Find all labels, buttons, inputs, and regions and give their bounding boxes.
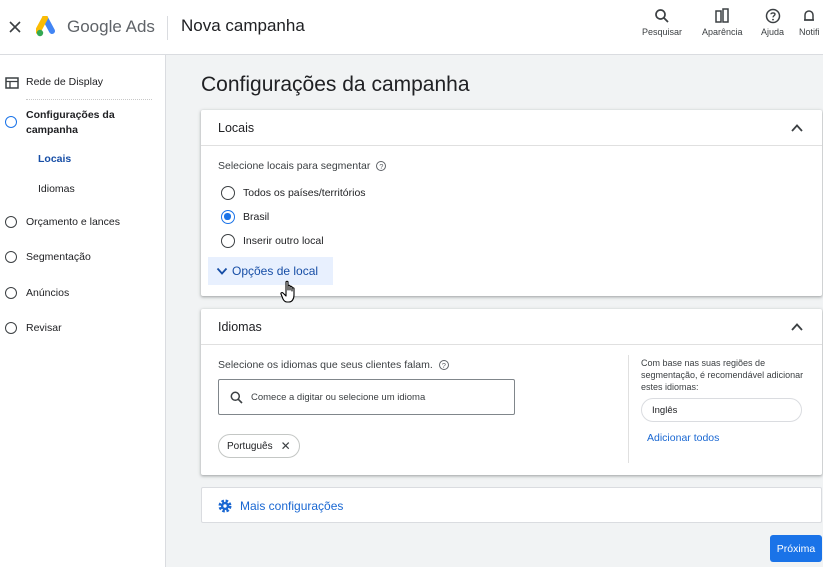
more-settings-label: Mais configurações	[240, 499, 344, 513]
locations-card-title: Locais	[218, 121, 255, 135]
sidebar-item-review[interactable]: Revisar	[0, 321, 165, 337]
location-options-toggle[interactable]: Opções de local	[208, 257, 333, 285]
step-status-icon	[5, 251, 19, 265]
locations-instruction-text: Selecione locais para segmentar	[218, 160, 371, 172]
help-icon[interactable]: ?	[376, 161, 387, 172]
appearance-action-label: Aparência	[702, 27, 743, 37]
search-action-label: Pesquisar	[642, 27, 683, 37]
location-option-all[interactable]: Todos os países/territórios	[221, 186, 366, 200]
languages-instruction-text: Selecione os idiomas que seus clientes f…	[218, 359, 433, 371]
sidebar-item-budget[interactable]: Orçamento e lances	[0, 215, 165, 231]
recommended-language-chip[interactable]: Inglês	[641, 398, 802, 422]
help-action[interactable]: Ajuda	[761, 8, 784, 37]
close-icon	[9, 21, 21, 33]
languages-card-title: Idiomas	[218, 320, 262, 334]
brand-name: Google Ads	[67, 17, 155, 36]
sidebar-subitem-locais[interactable]: Locais	[38, 153, 71, 165]
search-icon	[230, 391, 243, 404]
sidebar-item-label: Segmentação	[26, 251, 91, 263]
recommended-language-label: Inglês	[652, 405, 678, 416]
sidebar-item-label: Orçamento e lances	[26, 216, 120, 228]
help-icon[interactable]: ?	[438, 360, 449, 371]
location-option-label: Todos os países/territórios	[243, 187, 366, 199]
campaign-title: Nova campanha	[181, 16, 305, 35]
more-settings-panel[interactable]: Mais configurações	[201, 487, 822, 523]
sidebar-item-label: Configurações da campanha	[26, 109, 115, 136]
notifications-icon	[804, 10, 815, 21]
sidebar-subitem-idiomas[interactable]: Idiomas	[38, 183, 75, 195]
sidebar-item-ads[interactable]: Anúncios	[0, 286, 165, 302]
languages-instruction: Selecione os idiomas que seus clientes f…	[218, 359, 449, 371]
step-status-icon	[5, 216, 19, 230]
step-status-icon	[5, 116, 19, 130]
language-chip-portugues[interactable]: Português ✕	[218, 434, 300, 458]
notifications-action[interactable]: Notifi	[799, 8, 820, 37]
language-search-placeholder: Comece a digitar ou selecione um idioma	[251, 392, 426, 403]
step-status-icon	[5, 322, 19, 336]
sidebar-item-label: Rede de Display	[26, 76, 104, 88]
top-app-bar: Google Ads Nova campanha Pesquisar Aparê…	[0, 0, 823, 55]
hand-cursor-icon	[280, 280, 295, 303]
search-icon	[655, 9, 669, 23]
remove-chip-icon[interactable]: ✕	[281, 439, 291, 453]
sidebar-item-campaign-settings[interactable]: Configurações da campanha	[0, 108, 165, 140]
recommendation-text: Com base nas suas regiões de segmentação…	[641, 358, 804, 392]
page-title: Configurações da campanha	[201, 73, 470, 96]
sidebar-item-display-network[interactable]: Rede de Display	[0, 75, 165, 91]
chevron-up-icon[interactable]	[790, 121, 804, 135]
brand-divider	[167, 16, 168, 40]
location-option-label: Inserir outro local	[243, 235, 324, 247]
language-search-input[interactable]: Comece a digitar ou selecione um idioma	[218, 379, 515, 415]
language-chip-label: Português	[227, 440, 273, 452]
location-option-label: Brasil	[243, 211, 270, 223]
appearance-icon	[715, 8, 730, 23]
radio-button-checked[interactable]	[221, 210, 235, 224]
location-option-other[interactable]: Inserir outro local	[221, 234, 324, 248]
radio-button[interactable]	[221, 234, 235, 248]
campaign-steps-sidebar: Rede de Display Configurações da campanh…	[0, 55, 166, 567]
locations-card: Locais Selecione locais para segmentar? …	[201, 110, 822, 296]
help-action-label: Ajuda	[761, 27, 785, 37]
languages-card: Idiomas Selecione os idiomas que seus cl…	[201, 309, 822, 475]
location-options-label: Opções de local	[232, 264, 319, 278]
sidebar-item-label: Anúncios	[26, 287, 70, 299]
next-button[interactable]: Próxima	[770, 535, 822, 562]
appearance-action[interactable]: Aparência	[702, 8, 743, 37]
chevron-down-icon	[216, 267, 228, 275]
search-action[interactable]: Pesquisar	[642, 8, 682, 37]
display-network-icon	[5, 77, 19, 89]
locations-card-header[interactable]: Locais	[201, 110, 822, 146]
help-icon	[765, 8, 780, 24]
sidebar-item-targeting[interactable]: Segmentação	[0, 250, 165, 266]
locations-instruction: Selecione locais para segmentar?	[218, 160, 387, 172]
add-all-link[interactable]: Adicionar todos	[647, 432, 719, 444]
google-ads-logo	[36, 16, 55, 37]
sidebar-item-label: Revisar	[26, 322, 62, 334]
step-status-icon	[5, 287, 19, 301]
gear-icon	[218, 499, 232, 513]
close-button[interactable]	[4, 16, 26, 38]
notifications-action-label: Notifi	[799, 27, 820, 37]
languages-card-header[interactable]: Idiomas	[201, 309, 822, 345]
radio-button[interactable]	[221, 186, 235, 200]
recommendation-divider	[628, 355, 629, 463]
chevron-up-icon[interactable]	[790, 320, 804, 334]
sidebar-divider	[26, 99, 152, 100]
location-option-brasil[interactable]: Brasil	[221, 210, 269, 224]
